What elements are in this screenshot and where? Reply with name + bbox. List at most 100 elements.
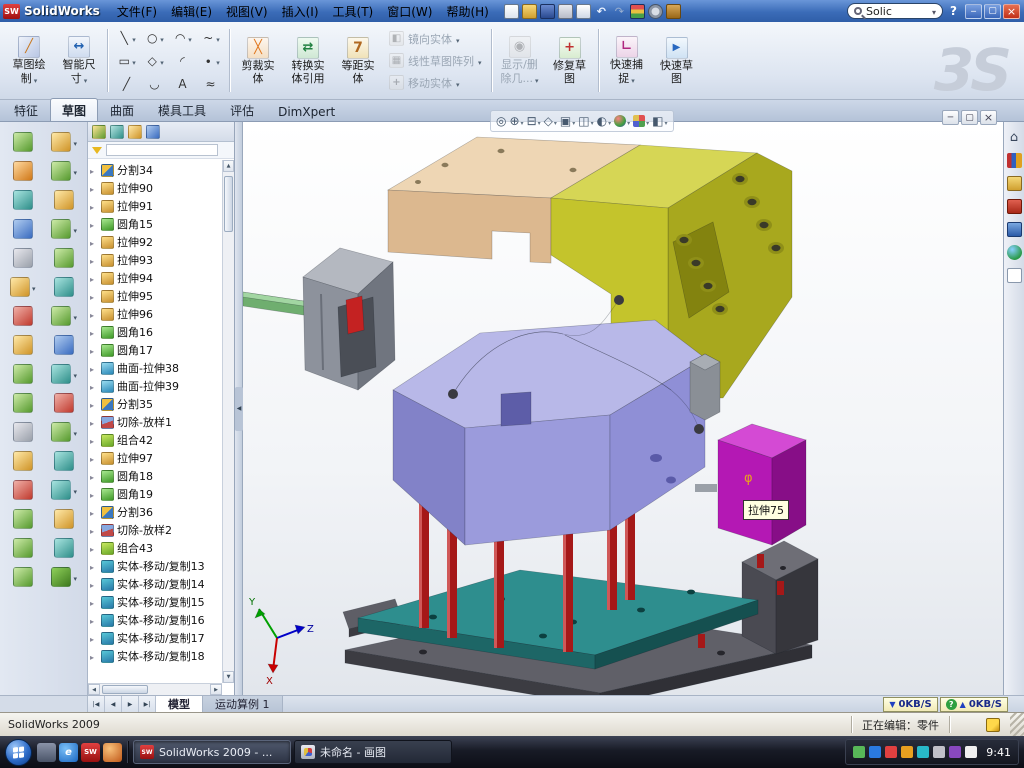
ribbon-button[interactable]: 镜向实体	[385, 29, 486, 49]
dropdown-arrow-icon[interactable]	[132, 31, 136, 45]
sketch-entity-icon[interactable]: A	[169, 73, 196, 95]
feature-tree-item[interactable]: 分割36	[90, 503, 234, 521]
expand-arrow-icon[interactable]	[90, 649, 98, 663]
feature-tree-item[interactable]: 切除-放样1	[90, 413, 234, 431]
file-explorer-icon[interactable]	[1007, 176, 1022, 191]
expand-arrow-icon[interactable]	[90, 163, 98, 177]
rebuild-icon[interactable]	[630, 4, 645, 19]
dock-tool-icon[interactable]	[13, 475, 33, 504]
tab-nav-button[interactable]: ▶|	[139, 696, 156, 712]
expand-arrow-icon[interactable]	[90, 631, 98, 645]
view-settings-icon[interactable]: ◧	[652, 114, 667, 128]
search-dropdown-icon[interactable]	[932, 4, 936, 18]
propertymanager-tab-icon[interactable]	[110, 125, 124, 139]
dock-tool-icon[interactable]	[54, 243, 74, 272]
sketch-entity-icon[interactable]: ◡	[141, 73, 168, 95]
feature-tree-item[interactable]: 圆角16	[90, 323, 234, 341]
sketch-entity-icon[interactable]: ≈	[197, 73, 224, 95]
sketch-entity-icon[interactable]: ◠	[169, 27, 196, 49]
dropdown-arrow-icon[interactable]	[664, 114, 667, 128]
custom-properties-icon[interactable]	[1007, 268, 1022, 283]
commandmanager-tab[interactable]: DimXpert	[266, 101, 347, 121]
dock-tool-icon[interactable]	[13, 504, 33, 533]
dock-tool-icon[interactable]	[13, 243, 33, 272]
dock-tool-icon[interactable]	[13, 214, 33, 243]
dock-tool-icon[interactable]	[54, 272, 74, 301]
window-close-button[interactable]	[1003, 4, 1020, 19]
expand-arrow-icon[interactable]	[90, 217, 98, 231]
dock-tool-icon[interactable]	[13, 127, 33, 156]
taskbar-clock[interactable]: 9:41	[986, 746, 1011, 759]
feature-tree-item[interactable]: 拉伸94	[90, 269, 234, 287]
section-view-icon[interactable]: ◇	[544, 114, 557, 128]
dock-tool-icon[interactable]	[13, 330, 33, 359]
tray-icon-4[interactable]	[901, 746, 913, 758]
resize-grip[interactable]	[1010, 713, 1024, 736]
save-icon[interactable]	[540, 4, 555, 19]
dock-tool-icon[interactable]	[13, 446, 33, 475]
dropdown-arrow-icon[interactable]	[34, 72, 38, 86]
expand-arrow-icon[interactable]	[90, 361, 98, 375]
ribbon-button[interactable]: 移动实体	[385, 73, 486, 93]
dropdown-arrow-icon[interactable]	[73, 570, 77, 584]
collapse-panel-button[interactable]	[235, 387, 243, 431]
expand-arrow-icon[interactable]	[90, 343, 98, 357]
sketch-entity-icon[interactable]: ~	[197, 27, 224, 49]
dropdown-arrow-icon[interactable]	[73, 483, 77, 497]
expand-arrow-icon[interactable]	[90, 577, 98, 591]
dock-tool-icon[interactable]	[51, 475, 77, 504]
ribbon-button[interactable]: 等距实 体	[333, 35, 383, 87]
menu-item[interactable]: 工具(T)	[326, 1, 381, 22]
expand-arrow-icon[interactable]	[90, 505, 98, 519]
menu-item[interactable]: 帮助(H)	[439, 1, 495, 22]
featuremanager-tab-icon[interactable]	[92, 125, 106, 139]
feature-tree-item[interactable]: 曲面-拉伸39	[90, 377, 234, 395]
tree-horizontal-scrollbar[interactable]	[88, 683, 222, 695]
internet-explorer-icon[interactable]: e	[59, 743, 78, 762]
feature-tree-item[interactable]: 实体-移动/复制16	[90, 611, 234, 629]
previous-view-icon[interactable]: ⊟	[527, 114, 541, 128]
start-button[interactable]	[5, 739, 32, 766]
ribbon-button[interactable]: 修复草 图	[545, 35, 595, 87]
expand-arrow-icon[interactable]	[90, 451, 98, 465]
feature-tree-item[interactable]: 圆角18	[90, 467, 234, 485]
dock-tool-icon[interactable]	[51, 562, 77, 591]
dropdown-arrow-icon[interactable]	[538, 114, 541, 128]
dropdown-arrow-icon[interactable]	[627, 114, 630, 128]
menu-item[interactable]: 编辑(E)	[164, 1, 219, 22]
feature-tree-item[interactable]: 拉伸96	[90, 305, 234, 323]
document-close-button[interactable]	[980, 110, 997, 125]
feature-tree-item[interactable]: 实体-移动/复制18	[90, 647, 234, 665]
scroll-thumb[interactable]	[102, 685, 148, 694]
expand-arrow-icon[interactable]	[90, 289, 98, 303]
part-fitting[interactable]	[690, 354, 720, 420]
tab-nav-button[interactable]: ◀	[105, 696, 122, 712]
feature-tree-item[interactable]: 拉伸90	[90, 179, 234, 197]
expand-arrow-icon[interactable]	[90, 397, 98, 411]
dock-tool-icon[interactable]	[13, 388, 33, 417]
dropdown-arrow-icon[interactable]	[32, 280, 36, 294]
undo-icon[interactable]	[594, 4, 609, 19]
tray-icon-6[interactable]	[933, 746, 945, 758]
print-icon[interactable]	[558, 4, 573, 19]
dock-tool-icon[interactable]	[13, 156, 33, 185]
dropdown-arrow-icon[interactable]	[478, 54, 482, 68]
dock-tool-icon[interactable]	[54, 446, 74, 475]
menu-item[interactable]: 窗口(W)	[380, 1, 439, 22]
feature-tree-item[interactable]: 拉伸91	[90, 197, 234, 215]
scroll-down-button[interactable]	[223, 671, 234, 683]
dock-tool-icon[interactable]	[54, 533, 74, 562]
feature-tree-item[interactable]: 圆角17	[90, 341, 234, 359]
sketch-entity-icon[interactable]: ╱	[113, 73, 140, 95]
expand-arrow-icon[interactable]	[90, 199, 98, 213]
dropdown-arrow-icon[interactable]	[84, 72, 88, 86]
menu-item[interactable]: 文件(F)	[110, 1, 164, 22]
tray-icon-8[interactable]	[965, 746, 977, 758]
dropdown-arrow-icon[interactable]	[73, 222, 77, 236]
dropdown-arrow-icon[interactable]	[646, 114, 649, 128]
dropdown-arrow-icon[interactable]	[160, 54, 164, 68]
taskbar-task-button[interactable]: SW SolidWorks 2009 - ...	[133, 740, 291, 764]
tab-nav-button[interactable]: ▶	[122, 696, 139, 712]
dropdown-arrow-icon[interactable]	[188, 31, 192, 45]
dock-tool-icon[interactable]	[51, 214, 77, 243]
